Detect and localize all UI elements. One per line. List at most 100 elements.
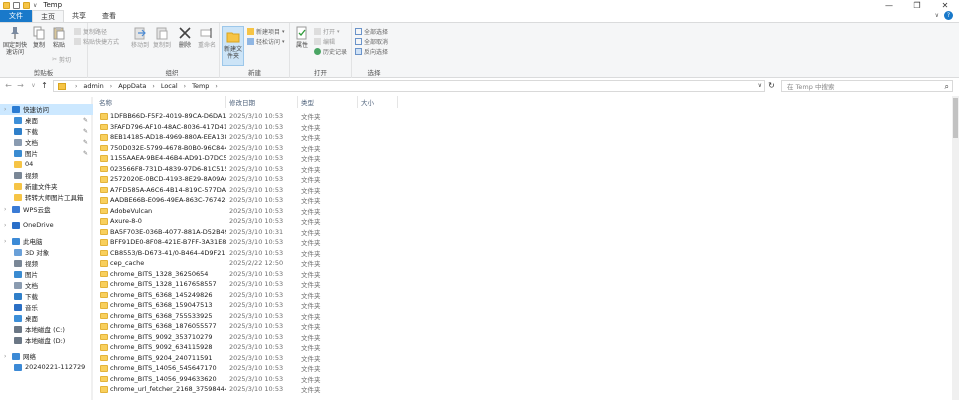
column-divider[interactable] (225, 96, 226, 108)
sidebar-item[interactable]: 04 (0, 159, 93, 170)
file-row[interactable]: BFF91DE0-8F08-421E-B7FF-3A31E831...2025/… (96, 237, 396, 248)
file-row[interactable]: AADBE66B-E096-49EA-863C-7674241...2025/3… (96, 195, 396, 206)
file-row[interactable]: chrome_BITS_14056_994633620 2025/3/10 10:… (96, 374, 396, 385)
sidebar-item[interactable]: 转转大师图片工具箱 (0, 192, 93, 203)
move-to-button[interactable]: 移动到 (129, 26, 151, 49)
new-folder-quick-icon[interactable] (23, 1, 30, 9)
file-row[interactable]: chrome_BITS_1328_36250654 2025/3/10 10:53… (96, 269, 396, 280)
file-row[interactable]: Axure-8-0 2025/3/10 10:53 文件夹 (96, 216, 396, 227)
properties-quick-icon[interactable] (13, 1, 20, 9)
file-row[interactable]: 1155AAEA-9BE4-46B4-AD91-D7DC5E... 2025/3/… (96, 153, 396, 164)
chevron-right-icon[interactable]: › (4, 106, 12, 113)
sidebar-item[interactable]: 文档 (0, 280, 93, 291)
file-row[interactable]: chrome_BITS_6368_755533925 2025/3/10 10:5… (96, 311, 396, 322)
sidebar-item[interactable]: 图片 (0, 269, 93, 280)
sidebar-item[interactable]: 新建文件夹 (0, 181, 93, 192)
vertical-scrollbar[interactable] (952, 96, 959, 400)
file-row[interactable]: 3FAFD796-AF10-48AC-8036-417D417... 2025/3… (96, 122, 396, 133)
file-row[interactable]: 2572020E-0BCD-4193-8E29-8A09A62...2025/3… (96, 174, 396, 185)
file-row[interactable]: cep_cache 2025/2/22 12:50 文件夹 (96, 258, 396, 269)
column-header-type[interactable]: 类型 (301, 96, 359, 108)
copy-path-button[interactable]: 复制路径 (74, 27, 107, 36)
history-button[interactable]: 历史记录 (314, 47, 347, 56)
open-button[interactable]: 打开 ▾ (314, 27, 340, 36)
sidebar-item[interactable]: › 网络 (0, 351, 93, 362)
file-row[interactable]: chrome_BITS_6368_1876055577 2025/3/10 10:… (96, 321, 396, 332)
file-row[interactable]: A7FD585A-A6C6-4B14-819C-577DAA... 2025/3/… (96, 185, 396, 196)
sidebar-item[interactable]: 本地磁盘 (D:) (0, 335, 93, 346)
breadcrumb-local[interactable]: Local (161, 82, 178, 90)
sidebar-item[interactable]: 文档 ✎ (0, 137, 93, 148)
copy-button[interactable]: 复制 (28, 26, 50, 49)
file-row[interactable]: chrome_BITS_14056_545647170 2025/3/10 10:… (96, 363, 396, 374)
new-item-button[interactable]: 新建项目 ▾ (247, 27, 285, 36)
column-header-name[interactable]: 名称 (99, 96, 227, 108)
paste-button[interactable]: 粘贴 (48, 26, 70, 49)
delete-button[interactable]: 删除 (174, 26, 196, 49)
sidebar-item[interactable]: 下载 ✎ (0, 126, 93, 137)
sidebar-item[interactable]: 音乐 (0, 302, 93, 313)
file-row[interactable]: CB8553/B-D673-41/0-B464-4D9F216... 2025/3… (96, 248, 396, 259)
breadcrumb-separator-icon[interactable]: › (152, 83, 154, 90)
file-row[interactable]: 750D032E-5799-4678-B0B0-96C8448...2025/3… (96, 143, 396, 154)
paste-shortcut-button[interactable]: 粘贴快捷方式 (74, 37, 119, 46)
forward-button[interactable]: → (16, 81, 25, 90)
file-row[interactable]: chrome_BITS_6368_145249826 2025/3/10 10:5… (96, 290, 396, 301)
file-row[interactable]: chrome_BITS_9092_634115928 2025/3/10 10:5… (96, 342, 396, 353)
sidebar-item[interactable]: 下载 (0, 291, 93, 302)
file-row[interactable]: chrome_BITS_9204_240711591 2025/3/10 10:5… (96, 353, 396, 364)
breadcrumb-separator-icon[interactable]: › (75, 83, 77, 90)
scrollbar-thumb[interactable] (953, 98, 958, 138)
breadcrumb-appdata[interactable]: AppData (118, 82, 146, 90)
column-header-size[interactable]: 大小 (361, 96, 397, 108)
recent-locations-button[interactable]: ∨ (29, 81, 38, 90)
rename-button[interactable]: 重命名 (196, 26, 218, 49)
column-divider[interactable] (297, 96, 298, 108)
file-row[interactable]: chrome_BITS_1328_1167658557 2025/3/10 10:… (96, 279, 396, 290)
close-button[interactable]: ✕ (931, 0, 959, 10)
chevron-right-icon[interactable]: › (4, 222, 12, 229)
sidebar-item[interactable]: 视频 (0, 170, 93, 181)
invert-selection-button[interactable]: 反向选择 (355, 47, 388, 56)
sidebar-item[interactable]: 20240221-112729 (0, 362, 93, 373)
file-row[interactable]: 8EB14185-AD18-4969-880A-EEA138... 2025/3/… (96, 132, 396, 143)
column-divider[interactable] (357, 96, 358, 108)
minimize-button[interactable]: — (875, 0, 903, 10)
tab-file[interactable]: 文件 (0, 10, 32, 22)
sidebar-item[interactable]: 图片 ✎ (0, 148, 93, 159)
properties-button[interactable]: 属性 (291, 26, 313, 49)
chevron-right-icon[interactable]: › (4, 353, 12, 360)
file-row[interactable]: 1DFBB66D-F5F2-4019-89CA-D6DA16... 2025/3/… (96, 111, 396, 122)
sidebar-item[interactable]: 视频 (0, 258, 93, 269)
maximize-button[interactable]: ❐ (903, 0, 931, 10)
back-button[interactable]: ← (4, 81, 13, 90)
help-icon[interactable]: ? (944, 11, 953, 20)
address-dropdown-icon[interactable]: ∨ (758, 82, 762, 89)
cut-button[interactable]: ✂ 剪切 (52, 55, 71, 64)
collapse-ribbon-icon[interactable]: ∨ (935, 12, 939, 19)
copy-to-button[interactable]: 复制到 (151, 26, 173, 49)
edit-button[interactable]: 编辑 (314, 37, 335, 46)
file-row[interactable]: 023566F8-731D-4839-97D6-81C5157...2025/3… (96, 164, 396, 175)
sidebar-item[interactable]: 桌面 (0, 313, 93, 324)
file-row[interactable]: chrome_BITS_6368_159047513 2025/3/10 10:5… (96, 300, 396, 311)
up-button[interactable]: ↑ (40, 81, 49, 90)
search-input[interactable]: 在 Temp 中搜索 ⌕ (781, 80, 953, 92)
file-row[interactable]: BA5F703E-036B-4077-881A-D52B49E...2025/3… (96, 227, 396, 238)
chevron-right-icon[interactable]: › (4, 206, 12, 213)
column-divider[interactable] (397, 96, 398, 108)
breadcrumb-admin[interactable]: admin (83, 82, 103, 90)
sidebar-item[interactable]: 本地磁盘 (C:) (0, 324, 93, 335)
tab-home[interactable]: 主页 (32, 10, 64, 22)
chevron-down-icon[interactable]: ∨ (33, 2, 37, 9)
select-all-button[interactable]: 全部选择 (355, 27, 388, 36)
tab-view[interactable]: 查看 (94, 10, 124, 22)
breadcrumb-separator-icon[interactable]: › (184, 83, 186, 90)
new-folder-button[interactable]: 新建文件夹 (222, 26, 244, 66)
pin-quick-access-button[interactable]: 固定到快速访问 (2, 26, 28, 56)
file-row[interactable]: chrome_BITS_9092_353710279 2025/3/10 10:5… (96, 332, 396, 343)
breadcrumb-separator-icon[interactable]: › (110, 83, 112, 90)
chevron-right-icon[interactable]: › (4, 238, 12, 245)
sidebar-item[interactable]: 桌面 ✎ (0, 115, 93, 126)
refresh-button[interactable]: ↻ (767, 81, 776, 90)
